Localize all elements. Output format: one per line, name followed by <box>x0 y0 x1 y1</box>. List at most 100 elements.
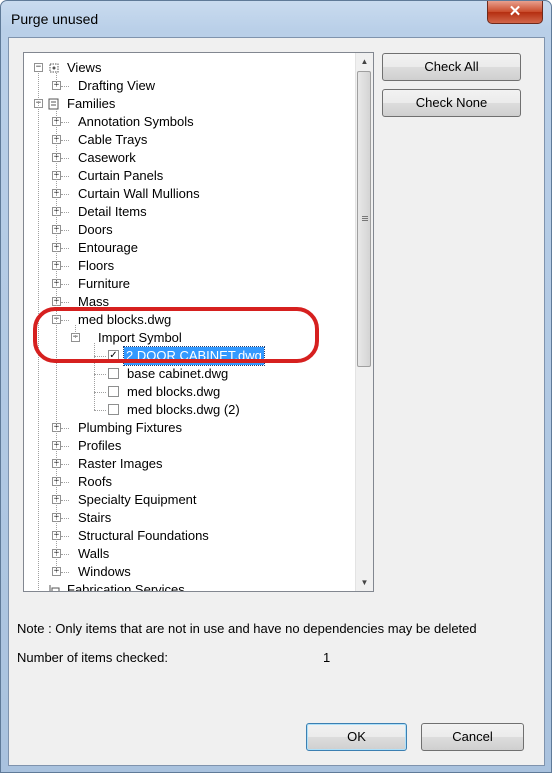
tree-connector-line <box>61 158 69 159</box>
tree-row[interactable]: + Detail Items <box>24 203 354 221</box>
tree-connector-line <box>61 248 69 249</box>
tree-item-label: Specialty Equipment <box>78 492 197 507</box>
tree-row[interactable]: + Profiles <box>24 437 354 455</box>
cancel-button[interactable]: Cancel <box>421 723 524 751</box>
tree-row[interactable]: − Views <box>24 59 354 77</box>
tree-item-label: Mass <box>78 294 110 309</box>
tree-row[interactable]: + Specialty Equipment <box>24 491 354 509</box>
tree-item-label: Entourage <box>78 240 138 255</box>
tree-connector-line <box>61 464 69 465</box>
tree-item-label: base cabinet.dwg <box>127 366 229 381</box>
tree-item-label: Raster Images <box>78 456 163 471</box>
tree-row[interactable]: med blocks.dwg (2) <box>24 401 354 419</box>
tree-row[interactable]: + Curtain Panels <box>24 167 354 185</box>
thumb-grip-line <box>362 218 368 219</box>
item-checkbox[interactable] <box>108 386 119 397</box>
tree-connector-line <box>61 554 69 555</box>
tree-row[interactable]: + Mass <box>24 293 354 311</box>
tree-item-label: Views <box>67 60 102 75</box>
tree-row[interactable]: − med blocks.dwg <box>24 311 354 329</box>
check-all-button[interactable]: Check All <box>382 53 521 81</box>
tree-connector-line <box>61 122 69 123</box>
tree-connector-line <box>61 500 69 501</box>
purge-note-text: Note : Only items that are not in use an… <box>17 621 477 636</box>
tree-item-label: Detail Items <box>78 204 147 219</box>
window-title: Purge unused <box>11 11 99 27</box>
tree-connector-line <box>61 86 69 87</box>
tree-connector-line <box>94 392 106 393</box>
tree-row[interactable]: + Curtain Wall Mullions <box>24 185 354 203</box>
tree-row[interactable]: + Windows <box>24 563 354 581</box>
tree-row[interactable]: + Drafting View <box>24 77 354 95</box>
tree-row[interactable]: + Cable Trays <box>24 131 354 149</box>
tree-item-label: med blocks.dwg (2) <box>127 402 240 417</box>
items-checked-label: Number of items checked: <box>17 650 169 665</box>
tree-item-label: Families <box>67 96 116 111</box>
tree-row[interactable]: + Casework <box>24 149 354 167</box>
families-icon <box>48 98 59 110</box>
item-checkbox[interactable]: ✓ <box>108 350 119 361</box>
tree-row[interactable]: + Walls <box>24 545 354 563</box>
tree-item-label: Curtain Panels <box>78 168 164 183</box>
tree-row[interactable]: + Raster Images <box>24 455 354 473</box>
tree-item-label: med blocks.dwg <box>127 384 221 399</box>
tree-connector-line <box>61 230 69 231</box>
tree-row[interactable]: + Doors <box>24 221 354 239</box>
tree-item-label: Cable Trays <box>78 132 148 147</box>
tree-connector-line <box>61 176 69 177</box>
tree-row[interactable]: med blocks.dwg <box>24 383 354 401</box>
item-checkbox[interactable] <box>108 404 119 415</box>
tree-vertical-scrollbar[interactable]: ▲ ▼ <box>355 53 373 591</box>
tree-row[interactable]: base cabinet.dwg <box>24 365 354 383</box>
tree-item-label: Floors <box>78 258 115 273</box>
tree-connector-line <box>61 428 69 429</box>
tree-row[interactable]: − Import Symbol <box>24 329 354 347</box>
tree-connector-line <box>94 343 95 410</box>
tree-row[interactable]: + Stairs <box>24 509 354 527</box>
tree-connector-line <box>61 266 69 267</box>
scroll-down-arrow-icon[interactable]: ▼ <box>356 574 373 591</box>
tree-connector-line <box>61 320 69 321</box>
tree-row[interactable]: + Annotation Symbols <box>24 113 354 131</box>
close-icon: ✕ <box>508 3 522 20</box>
tree-connector-line <box>61 518 69 519</box>
scroll-up-arrow-icon[interactable]: ▲ <box>356 53 373 70</box>
tree-row[interactable]: + Structural Foundations <box>24 527 354 545</box>
title-bar[interactable]: Purge unused ✕ <box>1 1 551 37</box>
purge-tree-view[interactable]: − Views + Drafting View − Families + Annotation… <box>23 52 374 592</box>
check-none-button[interactable]: Check None <box>382 89 521 117</box>
tree-row[interactable]: + Floors <box>24 257 354 275</box>
tree-connector-line <box>56 73 57 86</box>
tree-item-label: Import Symbol <box>98 330 182 345</box>
tree-row[interactable]: Fabrication Services <box>24 581 354 591</box>
tree-row[interactable]: + Roofs <box>24 473 354 491</box>
tree-connector-line <box>61 536 69 537</box>
items-checked-count: 1 <box>323 650 331 665</box>
tree-item-label: Stairs <box>78 510 112 525</box>
tree-item-label: Structural Foundations <box>78 528 209 543</box>
tree-item-label: Plumbing Fixtures <box>78 420 183 435</box>
tree-connector-line <box>61 212 69 213</box>
tree-item-label: Casework <box>78 150 136 165</box>
collapse-toggle-icon[interactable]: − <box>34 63 43 72</box>
tree-item-label: Profiles <box>78 438 122 453</box>
tree-item-label: Furniture <box>78 276 131 291</box>
tree-row[interactable]: − Families <box>24 95 354 113</box>
tree-list: − Views + Drafting View − Families + Annotation… <box>24 53 358 591</box>
item-checkbox[interactable] <box>108 368 119 379</box>
dialog-client-area: − Views + Drafting View − Families + Annotation… <box>8 37 545 766</box>
tree-row[interactable]: + Plumbing Fixtures <box>24 419 354 437</box>
tree-connector-line <box>61 572 69 573</box>
purge-unused-dialog: Purge unused ✕ − Views + Drafting View − Fami… <box>0 0 552 773</box>
scroll-thumb[interactable] <box>357 71 371 367</box>
tree-row[interactable]: + Furniture <box>24 275 354 293</box>
views-icon <box>49 63 59 73</box>
close-button[interactable]: ✕ <box>487 1 543 24</box>
tree-row[interactable]: ✓ 2 DOOR CABINET.dwg <box>24 346 354 366</box>
tree-item-label: Annotation Symbols <box>78 114 194 129</box>
tree-connector-line <box>75 325 76 338</box>
tree-item-label: med blocks.dwg <box>78 312 172 327</box>
ok-button[interactable]: OK <box>306 723 407 751</box>
thumb-grip-line <box>362 216 368 217</box>
tree-row[interactable]: + Entourage <box>24 239 354 257</box>
